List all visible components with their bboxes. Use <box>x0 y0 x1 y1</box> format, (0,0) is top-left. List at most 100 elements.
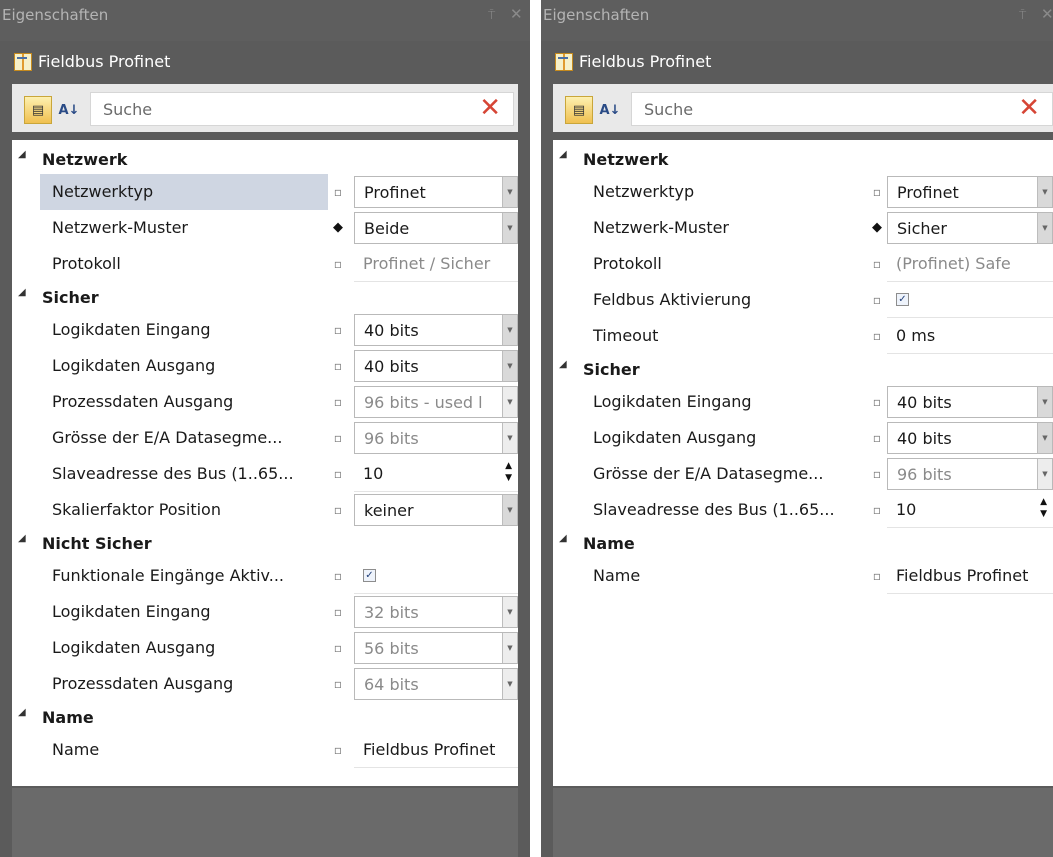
property-row[interactable]: Skalierfaktor Position ▫ keiner ▼ <box>12 492 518 528</box>
property-row[interactable]: Logikdaten Ausgang ▫ 40 bits ▼ <box>12 348 518 384</box>
value-dropdown[interactable]: Beide ▼ <box>354 212 518 244</box>
search-input[interactable]: Suche ✕ <box>90 92 514 126</box>
checkbox-checked-icon[interactable]: ✓ <box>896 293 909 306</box>
value-readonly[interactable]: (Profinet) Safe <box>887 246 1053 282</box>
property-row[interactable]: Prozessdaten Ausgang ▫ 96 bits - used l ▼ <box>12 384 518 420</box>
property-row[interactable]: Logikdaten Eingang ▫ 32 bits ▼ <box>12 594 518 630</box>
property-row[interactable]: Prozessdaten Ausgang ▫ 64 bits ▼ <box>12 666 518 702</box>
value-checkbox[interactable]: ✓ <box>354 558 518 594</box>
value-text-field[interactable]: Fieldbus Profinet <box>887 558 1053 594</box>
property-row[interactable]: Slaveadresse des Bus (1..65... ▫ 10 ▲ ▼ <box>553 492 1053 528</box>
property-row[interactable]: Grösse der E/A Datasegme... ▫ 96 bits ▼ <box>12 420 518 456</box>
value-text-field[interactable]: 0 ms <box>887 318 1053 354</box>
property-row[interactable]: Netzwerktyp ▫ Profinet ▼ <box>12 174 518 210</box>
description-area <box>553 788 1053 857</box>
categorized-view-button[interactable]: ▤ <box>24 96 52 124</box>
value-text: (Profinet) Safe <box>896 254 1011 273</box>
dropdown-arrow-icon[interactable]: ▼ <box>1037 387 1052 417</box>
property-name: Slaveadresse des Bus (1..65... <box>52 464 294 483</box>
value-dropdown[interactable]: Profinet ▼ <box>354 176 518 208</box>
object-title: Fieldbus Profinet <box>38 52 171 71</box>
square-marker-icon: ▫ <box>333 605 343 619</box>
value-dropdown[interactable]: 40 bits ▼ <box>887 422 1053 454</box>
property-row[interactable]: Logikdaten Ausgang ▫ 56 bits ▼ <box>12 630 518 666</box>
dropdown-arrow-icon[interactable]: ▼ <box>502 387 517 417</box>
value-dropdown[interactable]: keiner ▼ <box>354 494 518 526</box>
property-name: Slaveadresse des Bus (1..65... <box>593 500 835 519</box>
spinner-arrows-icon[interactable]: ▲ ▼ <box>505 460 512 484</box>
value-dropdown[interactable]: 32 bits ▼ <box>354 596 518 628</box>
collapse-triangle-icon[interactable]: ◢ <box>18 533 26 544</box>
value-dropdown[interactable]: 96 bits ▼ <box>887 458 1053 490</box>
value-dropdown[interactable]: 56 bits ▼ <box>354 632 518 664</box>
property-row[interactable]: Timeout ▫ 0 ms <box>553 318 1053 354</box>
value-dropdown[interactable]: 40 bits ▼ <box>354 350 518 382</box>
collapse-triangle-icon[interactable]: ◢ <box>18 287 26 298</box>
dropdown-arrow-icon[interactable]: ▼ <box>502 633 517 663</box>
value-dropdown[interactable]: 40 bits ▼ <box>887 386 1053 418</box>
dropdown-arrow-icon[interactable]: ▼ <box>502 177 517 207</box>
property-row[interactable]: Netzwerktyp ▫ Profinet ▼ <box>553 174 1053 210</box>
value-dropdown[interactable]: 64 bits ▼ <box>354 668 518 700</box>
alphabetical-sort-button[interactable]: A↓ <box>597 96 623 124</box>
dropdown-arrow-icon[interactable]: ▼ <box>502 669 517 699</box>
collapse-triangle-icon[interactable]: ◢ <box>18 707 26 718</box>
value-dropdown[interactable]: 40 bits ▼ <box>354 314 518 346</box>
property-row[interactable]: Slaveadresse des Bus (1..65... ▫ 10 ▲ ▼ <box>12 456 518 492</box>
collapse-triangle-icon[interactable]: ◢ <box>559 533 567 544</box>
property-row[interactable]: Funktionale Eingänge Aktiv... ▫ ✓ <box>12 558 518 594</box>
property-row[interactable]: Grösse der E/A Datasegme... ▫ 96 bits ▼ <box>553 456 1053 492</box>
pin-icon[interactable]: ⍑ <box>488 8 495 23</box>
category-label: Sicher <box>583 360 640 379</box>
dropdown-arrow-icon[interactable]: ▼ <box>502 597 517 627</box>
fieldbus-icon <box>14 52 32 71</box>
property-name: Netzwerk-Muster <box>593 218 730 237</box>
dropdown-arrow-icon[interactable]: ▼ <box>502 351 517 381</box>
dropdown-arrow-icon[interactable]: ▼ <box>1037 213 1052 243</box>
value-dropdown[interactable]: Sicher ▼ <box>887 212 1053 244</box>
clear-search-icon[interactable]: ✕ <box>479 95 501 121</box>
value-text: 96 bits <box>364 429 419 448</box>
value-text-field[interactable]: Fieldbus Profinet <box>354 732 518 768</box>
property-row[interactable]: Netzwerk-Muster ◆ Sicher ▼ <box>553 210 1053 246</box>
value-dropdown[interactable]: 96 bits - used l ▼ <box>354 386 518 418</box>
value-readonly[interactable]: Profinet / Sicher <box>354 246 518 282</box>
pin-icon[interactable]: ⍑ <box>1019 8 1026 23</box>
close-icon[interactable]: ✕ <box>510 5 523 23</box>
property-row[interactable]: Netzwerk-Muster ◆ Beide ▼ <box>12 210 518 246</box>
dropdown-arrow-icon[interactable]: ▼ <box>1037 459 1052 489</box>
search-placeholder: Suche <box>644 99 694 119</box>
collapse-triangle-icon[interactable]: ◢ <box>559 359 567 370</box>
value-text: 64 bits <box>364 675 419 694</box>
value-checkbox[interactable]: ✓ <box>887 282 1053 318</box>
dropdown-arrow-icon[interactable]: ▼ <box>502 315 517 345</box>
dropdown-arrow-icon[interactable]: ▼ <box>1037 177 1052 207</box>
collapse-triangle-icon[interactable]: ◢ <box>18 149 26 160</box>
close-icon[interactable]: ✕ <box>1041 5 1053 23</box>
spinner-arrows-icon[interactable]: ▲ ▼ <box>1040 496 1047 520</box>
categorized-view-button[interactable]: ▤ <box>565 96 593 124</box>
value-dropdown[interactable]: 96 bits ▼ <box>354 422 518 454</box>
value-text: Profinet <box>897 183 959 202</box>
search-input[interactable]: Suche ✕ <box>631 92 1053 126</box>
value-text: Fieldbus Profinet <box>363 740 496 759</box>
dropdown-arrow-icon[interactable]: ▼ <box>502 213 517 243</box>
property-row[interactable]: Feldbus Aktivierung ▫ ✓ <box>553 282 1053 318</box>
property-row[interactable]: Logikdaten Eingang ▫ 40 bits ▼ <box>553 384 1053 420</box>
property-row[interactable]: Logikdaten Eingang ▫ 40 bits ▼ <box>12 312 518 348</box>
property-row[interactable]: Protokoll ▫ Profinet / Sicher <box>12 246 518 282</box>
property-row[interactable]: Protokoll ▫ (Profinet) Safe <box>553 246 1053 282</box>
clear-search-icon[interactable]: ✕ <box>1018 95 1040 121</box>
property-row[interactable]: Logikdaten Ausgang ▫ 40 bits ▼ <box>553 420 1053 456</box>
property-row[interactable]: Name ▫ Fieldbus Profinet <box>553 558 1053 594</box>
collapse-triangle-icon[interactable]: ◢ <box>559 149 567 160</box>
alphabetical-sort-button[interactable]: A↓ <box>56 96 82 124</box>
dropdown-arrow-icon[interactable]: ▼ <box>1037 423 1052 453</box>
dropdown-arrow-icon[interactable]: ▼ <box>502 423 517 453</box>
value-dropdown[interactable]: Profinet ▼ <box>887 176 1053 208</box>
checkbox-checked-icon[interactable]: ✓ <box>363 569 376 582</box>
value-spinner[interactable]: 10 ▲ ▼ <box>887 492 1053 528</box>
value-spinner[interactable]: 10 ▲ ▼ <box>354 456 518 492</box>
property-row[interactable]: Name ▫ Fieldbus Profinet <box>12 732 518 768</box>
dropdown-arrow-icon[interactable]: ▼ <box>502 495 517 525</box>
